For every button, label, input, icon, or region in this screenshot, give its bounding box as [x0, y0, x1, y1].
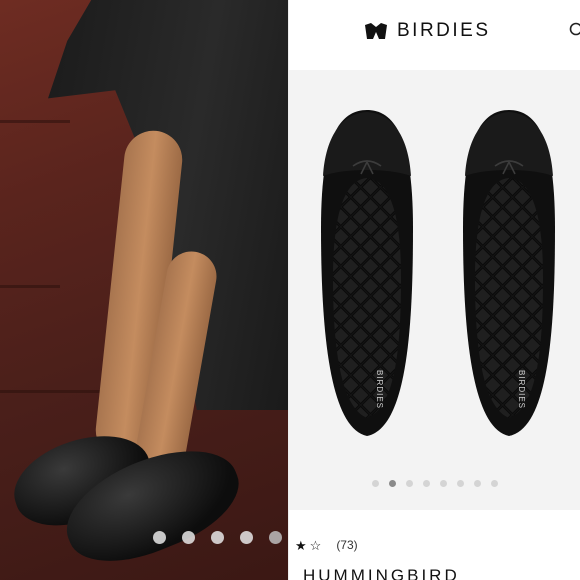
- carousel-dot[interactable]: [269, 531, 282, 544]
- lifestyle-photo: [0, 0, 288, 580]
- product-name: HUMMINGBIRD: [303, 566, 460, 580]
- review-count[interactable]: (73): [336, 538, 357, 552]
- carousel-dot[interactable]: [389, 480, 396, 487]
- carousel-dot[interactable]: [457, 480, 464, 487]
- carousel-dot[interactable]: [474, 480, 481, 487]
- carousel-dot[interactable]: [491, 480, 498, 487]
- carousel-dot[interactable]: [372, 480, 379, 487]
- site-header: BIRDIES: [289, 0, 580, 66]
- birdies-logo-icon: [365, 23, 387, 39]
- brand-name: BIRDIES: [397, 20, 491, 41]
- stair-edge: [0, 285, 60, 288]
- stair-edge: [0, 120, 70, 123]
- carousel-dot[interactable]: [211, 531, 224, 544]
- product-image[interactable]: BIRDIES BIRDIES: [289, 70, 580, 510]
- star-filled-icon: ★: [295, 537, 307, 553]
- product-panel: BIRDIES BIRDIES BIRDIES ★ ☆ (73) HUMMING…: [288, 0, 580, 580]
- carousel-dot[interactable]: [240, 531, 253, 544]
- carousel-dot[interactable]: [406, 480, 413, 487]
- ballet-flat-left: BIRDIES: [321, 110, 413, 436]
- ballet-flat-right: BIRDIES: [463, 110, 555, 436]
- insole-brand: BIRDIES: [375, 370, 384, 409]
- carousel-dot[interactable]: [440, 480, 447, 487]
- carousel-dot[interactable]: [153, 531, 166, 544]
- rating-row[interactable]: ★ ☆ (73): [295, 538, 358, 552]
- star-empty-icon: ☆: [309, 537, 322, 553]
- search-icon[interactable]: [569, 22, 580, 40]
- carousel-dot[interactable]: [182, 531, 195, 544]
- product-carousel-dots[interactable]: [289, 480, 580, 487]
- carousel-dot[interactable]: [423, 480, 430, 487]
- photo-carousel-dots[interactable]: [0, 531, 288, 544]
- brand-logo[interactable]: BIRDIES: [365, 20, 491, 42]
- insole-brand: BIRDIES: [517, 370, 526, 409]
